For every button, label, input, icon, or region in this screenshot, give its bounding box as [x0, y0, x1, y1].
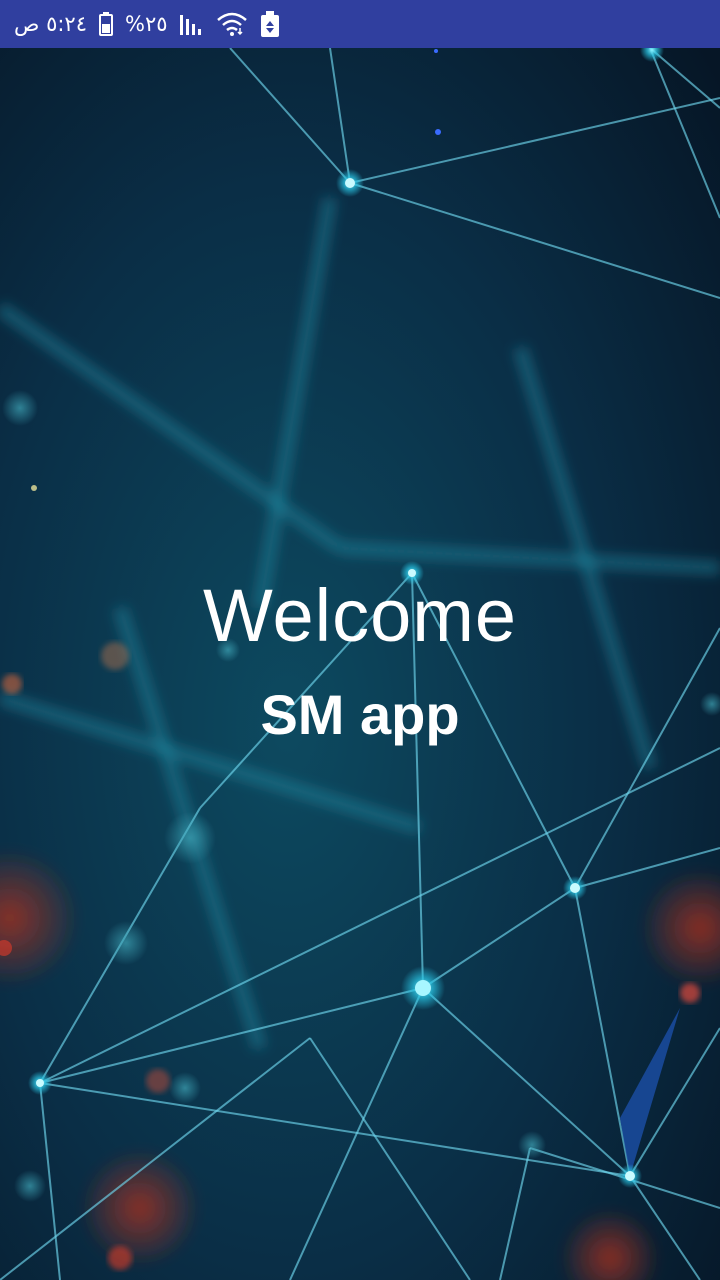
battery-percent: %٢٥	[125, 12, 168, 36]
signal-icon	[179, 13, 204, 35]
splash-screen: ٥:٢٤ ص %٢٥ Welcome SM app	[0, 0, 720, 1280]
status-time: ٥:٢٤ ص	[14, 12, 87, 36]
app-name: SM app	[260, 683, 460, 746]
battery-icon	[99, 12, 113, 36]
status-cluster: ٥:٢٤ ص %٢٥	[14, 0, 280, 48]
recycle-notification-icon	[260, 11, 280, 37]
welcome-block: Welcome SM app	[0, 570, 720, 750]
wifi-icon	[216, 12, 248, 36]
welcome-title: Welcome	[202, 574, 518, 657]
status-bar: ٥:٢٤ ص %٢٥	[0, 0, 720, 48]
